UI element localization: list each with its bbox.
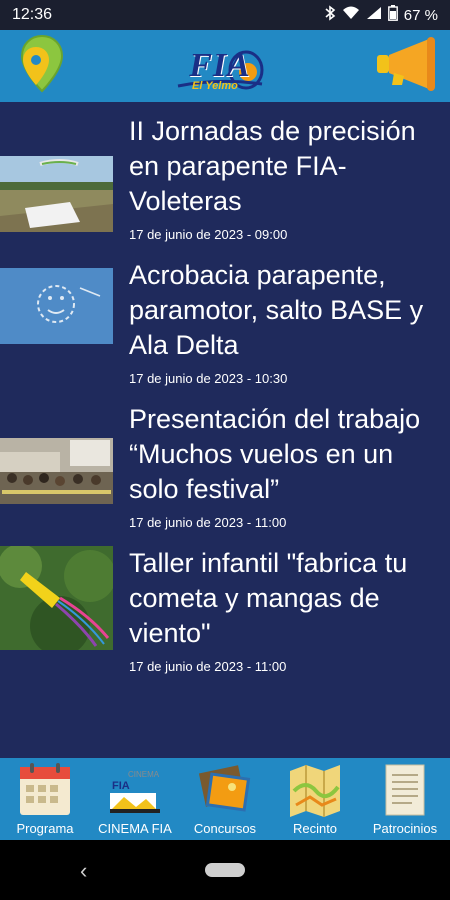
home-pill[interactable] — [205, 863, 245, 877]
event-date: 17 de junio de 2023 - 09:00 — [129, 227, 288, 242]
system-nav-bar: ‹ — [0, 840, 450, 900]
event-title: Presentación del trabajo “Muchos vuelos … — [129, 404, 421, 504]
bluetooth-icon — [324, 5, 336, 25]
bottom-tab-bar: Programa CINEMA FIA CINEMA FIA Concursos — [0, 758, 450, 840]
signal-icon — [366, 6, 382, 24]
event-item[interactable]: Acrobacia parapente, paramotor, salto BA… — [0, 246, 450, 390]
battery-percent: 67 % — [403, 6, 438, 24]
event-item[interactable]: Taller infantil "fabrica tu cometa y man… — [0, 534, 450, 678]
tab-label: Programa — [16, 821, 74, 836]
tab-label: CINEMA FIA — [98, 821, 172, 836]
tab-programa[interactable]: Programa — [0, 758, 90, 840]
event-title: II Jornadas de precisión en parapente FI… — [129, 116, 416, 216]
fia-logo: FIA El Yelmo — [170, 34, 270, 98]
map-pin-icon[interactable] — [18, 33, 66, 100]
tab-recinto[interactable]: Recinto — [270, 758, 360, 840]
app-header: FIA El Yelmo — [0, 30, 450, 102]
map-icon — [286, 761, 344, 819]
photos-icon — [196, 761, 254, 819]
status-time: 12:36 — [12, 6, 53, 23]
logo-subtext: El Yelmo — [192, 80, 238, 92]
paragliding-landing-photo — [0, 114, 113, 232]
event-item[interactable]: Presentación del trabajo “Muchos vuelos … — [0, 390, 450, 534]
document-icon — [376, 761, 434, 819]
event-feed: II Jornadas de precisión en parapente FI… — [0, 102, 450, 758]
svg-text:CINEMA: CINEMA — [128, 770, 160, 779]
event-date: 17 de junio de 2023 - 10:30 — [129, 371, 288, 386]
event-title: Taller infantil "fabrica tu cometa y man… — [129, 548, 408, 648]
smoke-smiley-sky-photo — [0, 258, 113, 344]
windsock-kite-photo — [0, 546, 113, 650]
event-date: 17 de junio de 2023 - 11:00 — [129, 659, 287, 674]
svg-text:FIA: FIA — [112, 780, 130, 792]
battery-icon — [387, 5, 398, 25]
calendar-icon — [16, 761, 74, 819]
tab-patrocinios[interactable]: Patrocinios — [360, 758, 450, 840]
conference-audience-photo — [0, 402, 113, 504]
tab-concursos[interactable]: Concursos — [180, 758, 270, 840]
tab-label: Patrocinios — [372, 821, 438, 836]
tab-label: Concursos — [193, 821, 257, 836]
tab-label: Recinto — [292, 821, 338, 836]
tab-cinema-fia[interactable]: CINEMA FIA CINEMA FIA — [90, 758, 180, 840]
event-title: Acrobacia parapente, paramotor, salto BA… — [129, 260, 424, 360]
cinema-icon: CINEMA FIA — [106, 761, 164, 819]
status-bar: 12:36 67 % — [0, 0, 450, 30]
event-date: 17 de junio de 2023 - 11:00 — [129, 515, 287, 530]
megaphone-icon[interactable] — [374, 33, 440, 100]
wifi-icon — [342, 6, 360, 24]
event-item[interactable]: II Jornadas de precisión en parapente FI… — [0, 102, 450, 246]
back-icon[interactable]: ‹ — [80, 858, 87, 884]
